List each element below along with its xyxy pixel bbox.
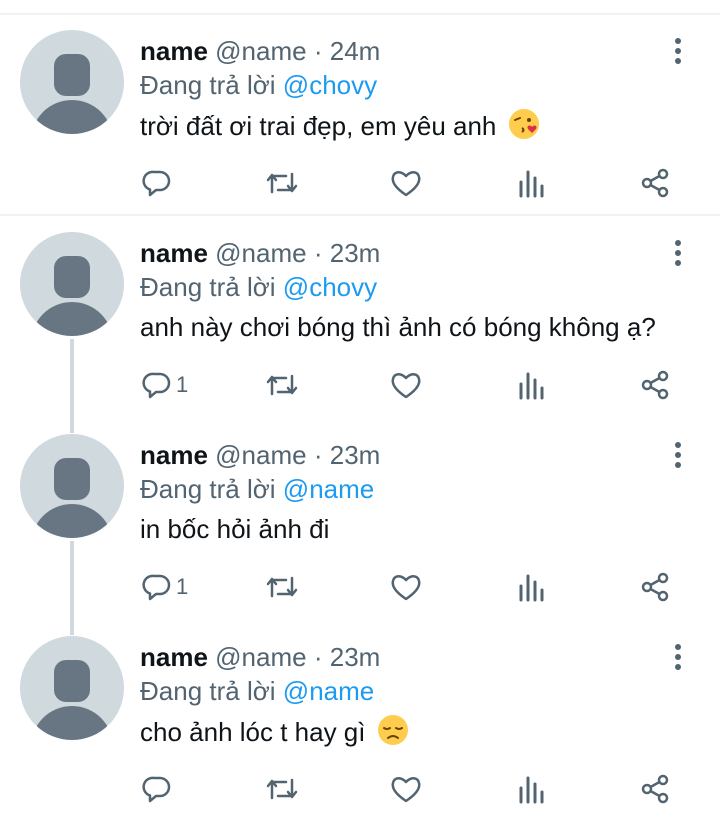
separator-dot: · [313, 440, 323, 470]
replying-to-label: Đang trả lời [140, 676, 276, 706]
avatar[interactable] [20, 30, 124, 134]
heart-icon [391, 777, 421, 803]
reply-icon [142, 776, 171, 803]
avatar[interactable] [20, 434, 124, 538]
user-handle[interactable]: @name [215, 642, 306, 672]
view-stats-button[interactable] [518, 570, 544, 604]
reply-button[interactable]: 1 [142, 570, 188, 604]
tweet-header: name @name · 23m [140, 236, 380, 270]
timestamp[interactable]: 23m [330, 642, 381, 672]
replying-to: Đang trả lời @chovy [140, 68, 377, 102]
retweet-button[interactable] [264, 368, 300, 402]
reply-icon [142, 574, 171, 601]
tweet[interactable]: name @name · 23m Đang trả lời @name cho … [0, 620, 720, 822]
share-icon [641, 774, 669, 804]
timestamp[interactable]: 23m [330, 440, 381, 470]
tweet[interactable]: name @name · 23m Đang trả lời @name in b… [0, 418, 720, 620]
reply-count: 1 [176, 574, 189, 599]
reply-button[interactable] [142, 166, 176, 200]
view-stats-button[interactable] [518, 166, 544, 200]
more-options-icon[interactable] [670, 236, 686, 270]
tweet-text-content: in bốc hỏi ảnh đi [140, 514, 330, 544]
like-button[interactable] [390, 772, 422, 806]
timestamp[interactable]: 24m [330, 36, 381, 66]
more-options-icon[interactable] [670, 34, 686, 68]
tweet-text: anh này chơi bóng thì ảnh có bóng không … [140, 310, 656, 344]
like-button[interactable] [390, 368, 422, 402]
share-icon [641, 370, 669, 400]
disappointed-face-icon [377, 714, 409, 754]
replying-to-label: Đang trả lời [140, 474, 276, 504]
avatar[interactable] [20, 636, 124, 740]
tweet-header: name @name · 24m [140, 34, 380, 68]
analytics-icon [519, 574, 544, 602]
mention-link[interactable]: @name [283, 474, 374, 504]
replying-to-label: Đang trả lời [140, 70, 276, 100]
display-name[interactable]: name [140, 36, 208, 66]
separator-dot: · [313, 36, 323, 66]
tweet[interactable]: name @name · 23m Đang trả lời @chovy anh… [0, 216, 720, 418]
analytics-icon [519, 372, 544, 400]
replying-to-label: Đang trả lời [140, 272, 276, 302]
display-name[interactable]: name [140, 440, 208, 470]
reply-icon [142, 170, 171, 197]
user-handle[interactable]: @name [215, 36, 306, 66]
tweet-header: name @name · 23m [140, 438, 380, 472]
reply-icon [142, 372, 171, 399]
mention-link[interactable]: @chovy [283, 70, 377, 100]
more-options-icon[interactable] [670, 438, 686, 472]
avatar[interactable] [20, 232, 124, 336]
heart-icon [391, 171, 421, 197]
tweet-header: name @name · 23m [140, 640, 380, 674]
display-name[interactable]: name [140, 642, 208, 672]
mention-link[interactable]: @chovy [283, 272, 377, 302]
reply-button[interactable]: 1 [142, 368, 188, 402]
retweet-icon [266, 172, 298, 194]
tweet-text-content: trời đất ơi trai đẹp, em yêu anh [140, 110, 497, 141]
retweet-button[interactable] [264, 166, 300, 200]
retweet-icon [266, 576, 298, 598]
retweet-button[interactable] [264, 772, 300, 806]
view-stats-button[interactable] [518, 368, 544, 402]
view-stats-button[interactable] [518, 772, 544, 806]
more-options-icon[interactable] [670, 640, 686, 674]
retweet-icon [266, 374, 298, 396]
heart-icon [391, 575, 421, 601]
replying-to: Đang trả lời @name [140, 674, 374, 708]
timestamp[interactable]: 23m [330, 238, 381, 268]
tweet-text-content: cho ảnh lóc t hay gì [140, 716, 366, 747]
share-icon [641, 572, 669, 602]
face-blowing-kiss-icon [508, 108, 540, 148]
retweet-button[interactable] [264, 570, 300, 604]
tweet[interactable]: name @name · 24m Đang trả lời @chovy trờ… [0, 14, 720, 216]
tweet-text: cho ảnh lóc t hay gì [140, 714, 409, 754]
reply-count: 1 [176, 372, 189, 397]
tweet-text: in bốc hỏi ảnh đi [140, 512, 329, 546]
heart-icon [391, 373, 421, 399]
analytics-icon [519, 776, 544, 804]
analytics-icon [519, 170, 544, 198]
share-button[interactable] [640, 368, 670, 402]
like-button[interactable] [390, 570, 422, 604]
mention-link[interactable]: @name [283, 676, 374, 706]
tweet-text-content: anh này chơi bóng thì ảnh có bóng không … [140, 312, 656, 342]
tweet-text: trời đất ơi trai đẹp, em yêu anh [140, 108, 540, 148]
reply-button[interactable] [142, 772, 176, 806]
share-button[interactable] [640, 570, 670, 604]
like-button[interactable] [390, 166, 422, 200]
replying-to: Đang trả lời @chovy [140, 270, 377, 304]
replying-to: Đang trả lời @name [140, 472, 374, 506]
separator-dot: · [313, 642, 323, 672]
share-icon [641, 168, 669, 198]
share-button[interactable] [640, 772, 670, 806]
user-handle[interactable]: @name [215, 238, 306, 268]
user-handle[interactable]: @name [215, 440, 306, 470]
share-button[interactable] [640, 166, 670, 200]
display-name[interactable]: name [140, 238, 208, 268]
separator-dot: · [313, 238, 323, 268]
retweet-icon [266, 778, 298, 800]
